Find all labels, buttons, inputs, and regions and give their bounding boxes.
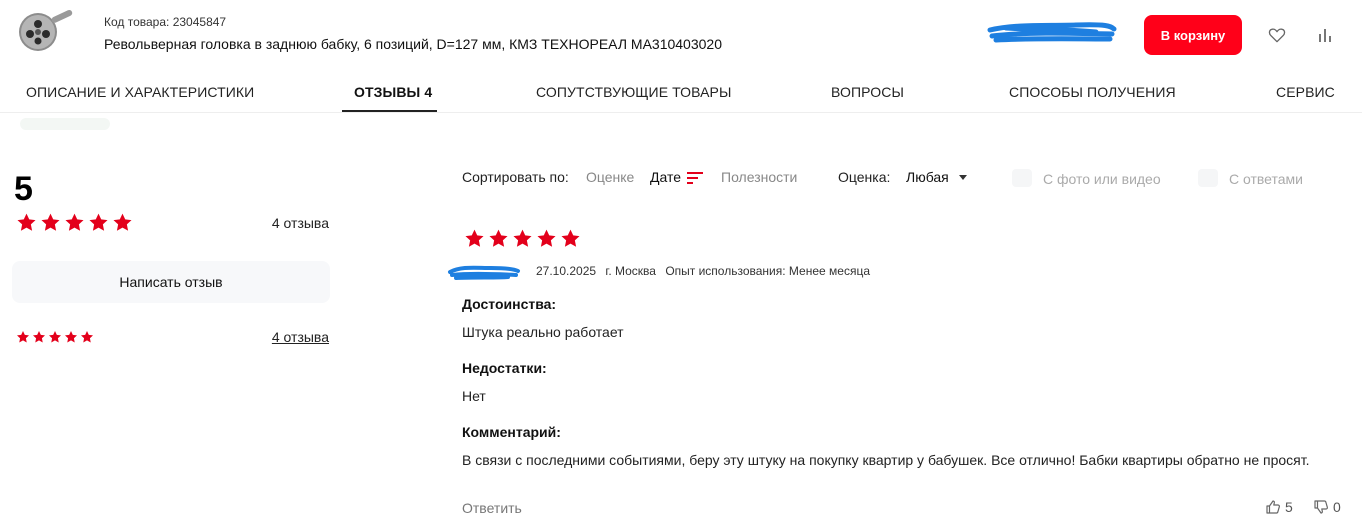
review-date: 27.10.2025 (536, 264, 597, 278)
answers-filter-checkbox[interactable] (1198, 169, 1218, 187)
thumbs-up-icon (1266, 500, 1280, 514)
like-count: 5 (1285, 499, 1293, 515)
chevron-down-icon[interactable] (959, 175, 967, 180)
sort-by-date[interactable]: Дате (650, 169, 681, 185)
star-icon (113, 213, 132, 231)
review-meta: 27.10.2025 г. Москва Опыт использования:… (536, 264, 876, 278)
star-icon (89, 213, 108, 231)
star-icon (537, 229, 556, 247)
star-icon (64, 331, 78, 343)
dislike-button[interactable]: 0 (1313, 499, 1341, 515)
sort-order-icon[interactable] (687, 172, 705, 184)
star-icon (513, 229, 532, 247)
tab-reviews[interactable]: ОТЗЫВЫ 4 (354, 84, 432, 100)
sort-by-helpfulness[interactable]: Полезности (721, 169, 797, 185)
star-icon (17, 213, 36, 231)
star-icon (48, 331, 62, 343)
sort-by-rating[interactable]: Оценке (586, 169, 634, 185)
answers-filter-label[interactable]: С ответами (1229, 171, 1303, 187)
thumbs-down-icon (1314, 500, 1328, 514)
comment-heading: Комментарий: (462, 424, 561, 440)
star-icon (65, 213, 84, 231)
product-sku: Код товара: 23045847 (104, 15, 227, 29)
add-to-cart-button[interactable]: В корзину (1144, 15, 1242, 55)
tab-delivery[interactable]: СПОСОБЫ ПОЛУЧЕНИЯ (1009, 84, 1176, 100)
tab-related-products[interactable]: СОПУТСТВУЮЩИЕ ТОВАРЫ (536, 84, 731, 100)
active-tab-indicator (342, 110, 437, 112)
rating-filter-label: Оценка: (838, 169, 891, 185)
redacted-price (987, 22, 1117, 43)
star-icon (80, 331, 94, 343)
star-icon (489, 229, 508, 247)
like-button[interactable]: 5 (1265, 499, 1293, 515)
faded-element (20, 118, 110, 130)
star-icon (41, 213, 60, 231)
star-icon (16, 331, 30, 343)
product-thumbnail[interactable] (14, 8, 76, 54)
product-tabs: ОПИСАНИЕ И ХАРАКТЕРИСТИКИ ОТЗЫВЫ 4 СОПУТ… (0, 68, 1362, 113)
average-rating: 5 (14, 170, 33, 208)
sort-label: Сортировать по: (462, 169, 569, 185)
review-city: г. Москва (605, 264, 656, 278)
tab-service[interactable]: СЕРВИС (1276, 84, 1335, 100)
dislike-count: 0 (1333, 499, 1341, 515)
cons-text: Нет (462, 388, 486, 404)
rating-filter-dropdown[interactable]: Любая (906, 169, 949, 185)
star-icon (465, 229, 484, 247)
pros-heading: Достоинства: (462, 296, 557, 312)
media-filter-label[interactable]: С фото или видео (1043, 171, 1161, 187)
redacted-author (448, 265, 520, 280)
reply-button[interactable]: Ответить (462, 500, 522, 516)
rating-breakdown-count-link[interactable]: 4 отзыва (272, 329, 329, 345)
review-count: 4 отзыва (271, 215, 329, 231)
tab-questions[interactable]: ВОПРОСЫ (831, 84, 904, 100)
summary-stars (16, 212, 133, 233)
star-icon (32, 331, 46, 343)
product-header: Код товара: 23045847 Револьверная головк… (0, 0, 1362, 68)
write-review-button[interactable]: Написать отзыв (12, 261, 330, 303)
product-title: Револьверная головка в заднюю бабку, 6 п… (104, 36, 722, 52)
pros-text: Штука реально работает (462, 324, 624, 340)
rating-breakdown-stars[interactable] (16, 330, 94, 344)
review-usage: Опыт использования: Менее месяца (665, 264, 870, 278)
tab-description[interactable]: ОПИСАНИЕ И ХАРАКТЕРИСТИКИ (26, 84, 254, 100)
heart-icon[interactable] (1267, 25, 1287, 45)
media-filter-checkbox[interactable] (1012, 169, 1032, 187)
bar-chart-icon[interactable] (1316, 26, 1334, 44)
star-icon (561, 229, 580, 247)
cons-heading: Недостатки: (462, 360, 547, 376)
comment-text: В связи с последними событиями, беру эту… (462, 452, 1310, 468)
review-stars (464, 228, 581, 249)
